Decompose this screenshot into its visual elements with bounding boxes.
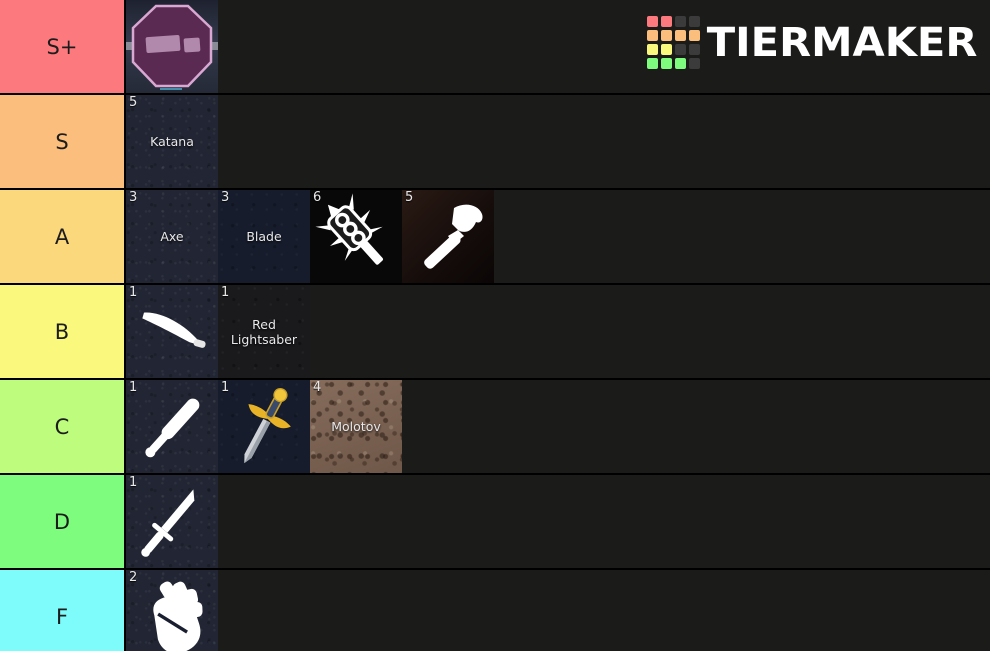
item-label: Molotov xyxy=(331,419,381,434)
tier-label-d[interactable]: D xyxy=(0,475,126,568)
tier-row-a: A 3 Axe 3 Blade 6 5 xyxy=(0,190,990,285)
tier-item[interactable] xyxy=(126,0,218,93)
logo-cell-1-0 xyxy=(646,30,658,41)
logo-cell-1-1 xyxy=(660,30,672,41)
tier-row-b: B 1 1 Red Lightsaber xyxy=(0,285,990,380)
logo-cell-3-1 xyxy=(660,58,672,69)
tier-item[interactable]: 1 xyxy=(126,285,218,378)
tier-item[interactable]: 1 xyxy=(218,380,310,473)
tier-label-s[interactable]: S xyxy=(0,95,126,188)
tier-label-f[interactable]: F xyxy=(0,570,126,651)
item-count: 3 xyxy=(221,190,230,205)
tier-dropzone[interactable] xyxy=(218,95,990,188)
logo-cell-0-1 xyxy=(660,16,672,27)
stop-sign-icon xyxy=(126,0,218,93)
item-count: 2 xyxy=(129,570,138,585)
tier-dropzone[interactable] xyxy=(494,190,990,283)
dagger-icon xyxy=(126,475,218,568)
logo-cell-2-2 xyxy=(674,44,686,55)
tier-row-d: D1 xyxy=(0,475,990,570)
tier-dropzone[interactable] xyxy=(218,475,990,568)
tier-row-c: C 1 1 4 Molotov xyxy=(0,380,990,475)
logo-cell-2-1 xyxy=(660,44,672,55)
item-count: 1 xyxy=(129,380,138,395)
item-count: 6 xyxy=(313,190,322,205)
item-label: Katana xyxy=(150,134,194,149)
tier-dropzone[interactable] xyxy=(310,285,990,378)
tier-items-a[interactable]: 3 Axe 3 Blade 6 5 xyxy=(126,190,990,283)
tier-dropzone[interactable] xyxy=(218,570,990,651)
item-count: 5 xyxy=(405,190,414,205)
tier-item[interactable]: 4 Molotov xyxy=(310,380,402,473)
logo-cell-3-3 xyxy=(688,58,700,69)
item-label: Red Lightsaber xyxy=(230,316,298,347)
tier-item[interactable]: 3 Axe xyxy=(126,190,218,283)
tier-item[interactable]: 2 xyxy=(126,570,218,651)
tier-item[interactable]: 3 Blade xyxy=(218,190,310,283)
logo-cell-3-0 xyxy=(646,58,658,69)
item-label: Axe xyxy=(160,229,184,244)
tier-items-b[interactable]: 1 1 Red Lightsaber xyxy=(126,285,990,378)
item-label: Blade xyxy=(246,229,282,244)
item-count: 1 xyxy=(221,285,230,300)
tier-item[interactable]: 1 xyxy=(126,380,218,473)
tier-label-splus[interactable]: S+ xyxy=(0,0,126,93)
tier-items-s[interactable]: 5 Katana xyxy=(126,95,990,188)
tier-item[interactable]: 5 xyxy=(402,190,494,283)
bat-icon xyxy=(126,380,218,473)
tiermaker-wordmark: TIERMAKER xyxy=(706,19,978,66)
tier-items-f[interactable]: 2 xyxy=(126,570,990,651)
tier-row-f: F2 xyxy=(0,570,990,651)
item-count: 5 xyxy=(129,95,138,110)
item-count: 1 xyxy=(129,475,138,490)
logo-cell-1-3 xyxy=(688,30,700,41)
logo-cell-2-0 xyxy=(646,44,658,55)
tier-item[interactable]: 1 xyxy=(126,475,218,568)
item-count: 3 xyxy=(129,190,138,205)
tierlist-app: TIERMAKER S+ S 5 Katana A 3 Axe 3 Blade 6 5 B 1 1 Red … xyxy=(0,0,990,651)
fist-icon xyxy=(126,570,218,651)
item-count: 4 xyxy=(313,380,322,395)
item-count: 1 xyxy=(221,380,230,395)
tiermaker-logo-grid xyxy=(646,16,700,69)
logo-cell-0-0 xyxy=(646,16,658,27)
mace-icon xyxy=(310,190,402,283)
tier-dropzone[interactable] xyxy=(402,380,990,473)
tier-item[interactable]: 6 xyxy=(310,190,402,283)
tier-items-c[interactable]: 1 1 4 Molotov xyxy=(126,380,990,473)
item-count: 1 xyxy=(129,285,138,300)
logo-cell-2-3 xyxy=(688,44,700,55)
machete-icon xyxy=(126,285,218,378)
hammer-icon xyxy=(402,190,494,283)
tier-table: S+ S 5 Katana A 3 Axe 3 Blade 6 5 B 1 1 Red Lightsaber… xyxy=(0,0,990,651)
tier-item[interactable]: 5 Katana xyxy=(126,95,218,188)
logo-cell-3-2 xyxy=(674,58,686,69)
logo-cell-1-2 xyxy=(674,30,686,41)
tier-row-s: S 5 Katana xyxy=(0,95,990,190)
tier-item[interactable]: 1 Red Lightsaber xyxy=(218,285,310,378)
gold-dagger-icon xyxy=(218,380,310,473)
tier-label-b[interactable]: B xyxy=(0,285,126,378)
tier-label-a[interactable]: A xyxy=(0,190,126,283)
tier-label-c[interactable]: C xyxy=(0,380,126,473)
logo-cell-0-3 xyxy=(688,16,700,27)
tier-items-d[interactable]: 1 xyxy=(126,475,990,568)
tiermaker-logo: TIERMAKER xyxy=(646,16,977,69)
logo-cell-0-2 xyxy=(674,16,686,27)
